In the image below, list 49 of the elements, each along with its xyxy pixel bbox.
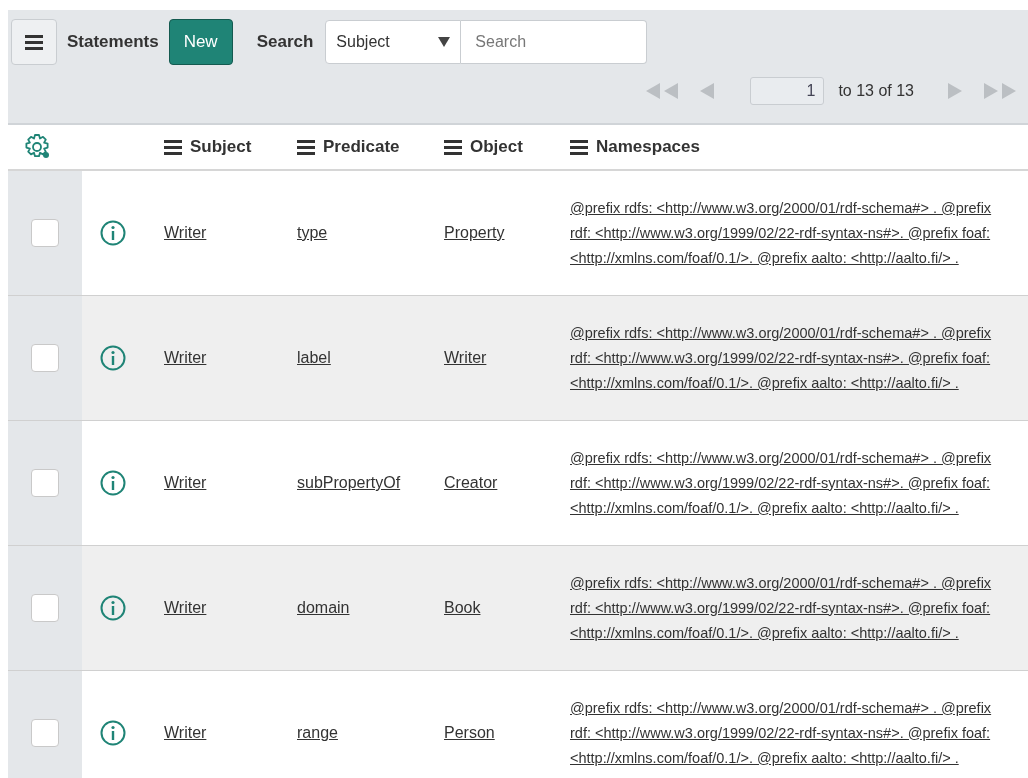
row-checkbox[interactable] xyxy=(31,594,59,622)
column-header[interactable]: Namespaces xyxy=(570,137,700,157)
column-header[interactable]: Subject xyxy=(164,137,252,157)
menu-button[interactable] xyxy=(11,19,57,65)
namespaces-link[interactable]: @prefix rdfs: <http://www.w3.org/2000/01/rdf-schema#> . @prefix rdf: <http://www.w3.org/1999/02/22-rdf-syntax-ns#>. @prefix foaf: <http://xmlns.com/foaf/0.1/>. @prefix aalto: <http://aalto.fi/> . xyxy=(570,320,1016,396)
info-icon[interactable] xyxy=(100,220,126,246)
predicate-link[interactable]: subPropertyOf xyxy=(297,474,401,492)
dropdown-icon xyxy=(438,37,451,47)
menu-icon xyxy=(570,139,588,155)
info-icon[interactable] xyxy=(100,595,126,621)
subject-link[interactable]: Writer xyxy=(164,224,207,242)
object-link[interactable]: Creator xyxy=(444,474,498,492)
search-field[interactable]: Search xyxy=(461,20,648,64)
subject-link[interactable]: Writer xyxy=(164,474,207,492)
menu-icon xyxy=(25,34,43,50)
predicate-link[interactable]: range xyxy=(297,724,338,742)
page-field[interactable]: 1 xyxy=(750,77,825,105)
info-icon[interactable] xyxy=(100,345,126,371)
row-checkbox[interactable] xyxy=(31,719,59,747)
settings-icon[interactable] xyxy=(23,133,51,161)
predicate-link[interactable]: type xyxy=(297,224,328,242)
namespaces-link[interactable]: @prefix rdfs: <http://www.w3.org/2000/01/rdf-schema#> . @prefix rdf: <http://www.w3.org/1999/02/22-rdf-syntax-ns#>. @prefix foaf: <http://xmlns.com/foaf/0.1/>. @prefix aalto: <http://aalto.fi/> . xyxy=(570,570,1016,646)
subject-link[interactable]: Writer xyxy=(164,599,207,617)
subject-link[interactable]: Writer xyxy=(164,349,207,367)
row-checkbox[interactable] xyxy=(31,219,59,247)
object-link[interactable]: Person xyxy=(444,724,495,742)
predicate-link[interactable]: domain xyxy=(297,599,350,617)
new-button[interactable]: New xyxy=(168,19,233,65)
namespaces-link[interactable]: @prefix rdfs: <http://www.w3.org/2000/01/rdf-schema#> . @prefix rdf: <http://www.w3.org/1999/02/22-rdf-syntax-ns#>. @prefix foaf: <http://xmlns.com/foaf/0.1/>. @prefix aalto: <http://aalto.fi/> . xyxy=(570,445,1016,521)
namespaces-link[interactable]: @prefix rdfs: <http://www.w3.org/2000/01/rdf-schema#> . @prefix rdf: <http://www.w3.org/1999/02/22-rdf-syntax-ns#>. @prefix foaf: <http://xmlns.com/foaf/0.1/>. @prefix aalto: <http://aalto.fi/> . xyxy=(570,195,1016,271)
search-label: Search xyxy=(256,32,314,52)
page-range: to 13 of 13 xyxy=(838,82,914,100)
row-checkbox[interactable] xyxy=(31,344,59,372)
row-checkbox[interactable] xyxy=(31,469,59,497)
column-header[interactable]: Object xyxy=(444,137,523,157)
subject-link[interactable]: Writer xyxy=(164,724,207,742)
menu-icon xyxy=(164,139,182,155)
menu-icon xyxy=(444,139,462,155)
namespaces-link[interactable]: @prefix rdfs: <http://www.w3.org/2000/01/rdf-schema#> . @prefix rdf: <http://www.w3.org/1999/02/22-rdf-syntax-ns#>. @prefix foaf: <http://xmlns.com/foaf/0.1/>. @prefix aalto: <http://aalto.fi/> . xyxy=(570,695,1016,771)
menu-icon xyxy=(297,139,315,155)
info-icon[interactable] xyxy=(100,720,126,746)
object-link[interactable]: Writer xyxy=(444,349,487,367)
object-link[interactable]: Property xyxy=(444,224,505,242)
predicate-link[interactable]: label xyxy=(297,349,331,367)
page-title: Statements xyxy=(67,32,159,52)
field-select[interactable]: Subject xyxy=(325,20,462,64)
object-link[interactable]: Book xyxy=(444,599,481,617)
column-header[interactable]: Predicate xyxy=(297,137,400,157)
info-icon[interactable] xyxy=(100,470,126,496)
